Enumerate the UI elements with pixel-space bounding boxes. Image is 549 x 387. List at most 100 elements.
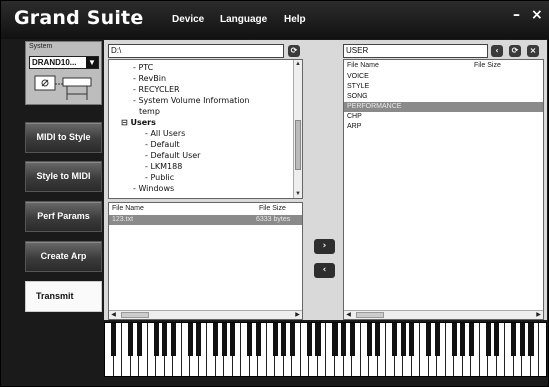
black-key[interactable] [306, 323, 312, 356]
black-key[interactable] [392, 323, 398, 356]
folder-tree[interactable]: - PTC - RevBin - RECYCLER - System Volum… [108, 59, 303, 199]
black-key[interactable] [170, 323, 176, 356]
tree-item-users[interactable]: ⊟ Users [121, 118, 156, 127]
tree-item[interactable]: temp [139, 107, 160, 116]
right-path-input[interactable]: USER [343, 44, 488, 58]
file-row[interactable]: PERFORMANCE [344, 102, 543, 112]
file-row[interactable]: ARP [344, 122, 543, 132]
black-key[interactable] [128, 323, 134, 356]
tree-item[interactable]: - Windows [133, 184, 174, 193]
black-key[interactable] [153, 323, 159, 356]
right-horizontal-scrollbar[interactable]: ◀ ▶ [344, 310, 543, 319]
tree-scrollbar[interactable]: ▲ ▼ [293, 60, 302, 198]
column-header-file-name[interactable]: File Name [112, 205, 144, 212]
scroll-right-icon[interactable]: ▶ [534, 311, 543, 319]
file-row[interactable]: VOICE [344, 72, 543, 82]
white-key[interactable] [539, 323, 546, 376]
scroll-left-icon[interactable]: ◀ [344, 311, 353, 319]
right-file-list[interactable]: File Name File Size VOICE STYLE SONG PER… [343, 59, 544, 320]
copy-to-computer-button[interactable]: ‹ [314, 263, 335, 278]
close-window-button[interactable]: × [531, 7, 543, 23]
tree-item[interactable]: - System Volume Information [133, 96, 249, 105]
black-key[interactable] [230, 323, 236, 356]
black-key[interactable] [460, 323, 466, 356]
black-key[interactable] [162, 323, 168, 356]
black-key[interactable] [494, 323, 500, 356]
scroll-left-icon[interactable]: ◀ [109, 311, 118, 319]
black-key[interactable] [340, 323, 347, 356]
black-key[interactable] [281, 323, 287, 356]
scroll-thumb[interactable] [121, 312, 149, 318]
system-dropdown[interactable]: DRAND10... ▼ [29, 56, 99, 69]
sidebar-item-style-to-midi[interactable]: Style to MIDI [25, 161, 102, 192]
tree-item[interactable]: - Default [145, 140, 180, 149]
scroll-up-icon[interactable]: ▲ [294, 60, 302, 68]
system-label: System [29, 43, 53, 50]
black-key[interactable] [434, 323, 440, 356]
black-key[interactable] [136, 323, 142, 356]
main-panel: D:\ ⟳ - PTC - RevBin - RECYCLER - System… [104, 40, 547, 320]
black-key[interactable] [187, 323, 193, 356]
tree-item[interactable]: - RevBin [133, 74, 166, 83]
system-panel: System DRAND10... ▼ [25, 41, 102, 105]
tree-item[interactable]: - Default User [145, 151, 200, 160]
tree-item[interactable]: - RECYCLER [133, 85, 180, 94]
file-row[interactable]: STYLE [344, 82, 543, 92]
black-key[interactable] [519, 323, 525, 356]
left-horizontal-scrollbar[interactable]: ◀ ▶ [109, 310, 302, 319]
black-key[interactable] [213, 323, 219, 356]
file-row[interactable]: SONG [344, 92, 543, 102]
black-key[interactable] [332, 323, 338, 356]
black-key[interactable] [375, 323, 381, 356]
delete-icon[interactable]: × [527, 45, 539, 57]
black-key[interactable] [110, 323, 117, 356]
black-key[interactable] [247, 323, 253, 356]
sidebar-item-midi-to-style[interactable]: MIDI to Style [25, 122, 102, 153]
black-key[interactable] [485, 323, 491, 356]
dropdown-arrow-icon[interactable]: ▼ [86, 57, 98, 68]
black-key[interactable] [426, 323, 432, 356]
scroll-thumb[interactable] [356, 312, 384, 318]
black-key[interactable] [196, 323, 202, 356]
black-key[interactable] [272, 323, 278, 356]
sidebar-item-create-arp[interactable]: Create Arp [25, 241, 102, 272]
right-refresh-icon[interactable]: ⟳ [509, 45, 521, 57]
app-title: Grand Suite [14, 7, 144, 29]
file-row[interactable]: CHP [344, 112, 543, 122]
black-key[interactable] [366, 323, 372, 356]
tree-item[interactable]: - Public [145, 173, 174, 182]
black-key[interactable] [349, 323, 355, 356]
black-key[interactable] [409, 323, 415, 356]
black-key[interactable] [400, 323, 406, 356]
sidebar-item-perf-params[interactable]: Perf Params [25, 201, 102, 232]
column-header-file-name[interactable]: File Name [347, 62, 379, 69]
menu-device[interactable]: Device [172, 14, 204, 25]
tree-item[interactable]: - PTC [133, 63, 153, 72]
piano-keyboard[interactable] [104, 322, 547, 377]
scroll-right-icon[interactable]: ▶ [293, 311, 302, 319]
black-key[interactable] [528, 323, 534, 356]
black-key[interactable] [289, 323, 295, 356]
tree-item[interactable]: - All Users [145, 129, 185, 138]
black-key[interactable] [451, 323, 457, 356]
column-header-file-size[interactable]: File Size [474, 62, 501, 69]
minimize-button[interactable]: – [513, 7, 520, 23]
black-key[interactable] [221, 323, 227, 356]
file-row[interactable]: 123.txt 6333 bytes [109, 215, 302, 225]
left-file-list[interactable]: File Name File Size 123.txt 6333 bytes ◀… [108, 202, 303, 320]
scroll-thumb[interactable] [295, 120, 301, 170]
black-key[interactable] [255, 323, 261, 356]
column-header-file-size[interactable]: File Size [259, 205, 286, 212]
scroll-down-icon[interactable]: ▼ [294, 190, 302, 198]
copy-to-device-button[interactable]: › [314, 239, 335, 254]
sidebar-item-transmit[interactable]: Transmit [25, 281, 102, 312]
back-icon[interactable]: ‹ [491, 45, 503, 57]
left-path-input[interactable]: D:\ [108, 44, 284, 58]
menu-language[interactable]: Language [220, 14, 267, 25]
tree-item[interactable]: - LKM188 [145, 162, 182, 171]
menu-help[interactable]: Help [284, 14, 306, 25]
black-key[interactable] [468, 323, 474, 356]
left-refresh-icon[interactable]: ⟳ [288, 45, 300, 57]
black-key[interactable] [511, 323, 517, 356]
black-key[interactable] [315, 323, 321, 356]
